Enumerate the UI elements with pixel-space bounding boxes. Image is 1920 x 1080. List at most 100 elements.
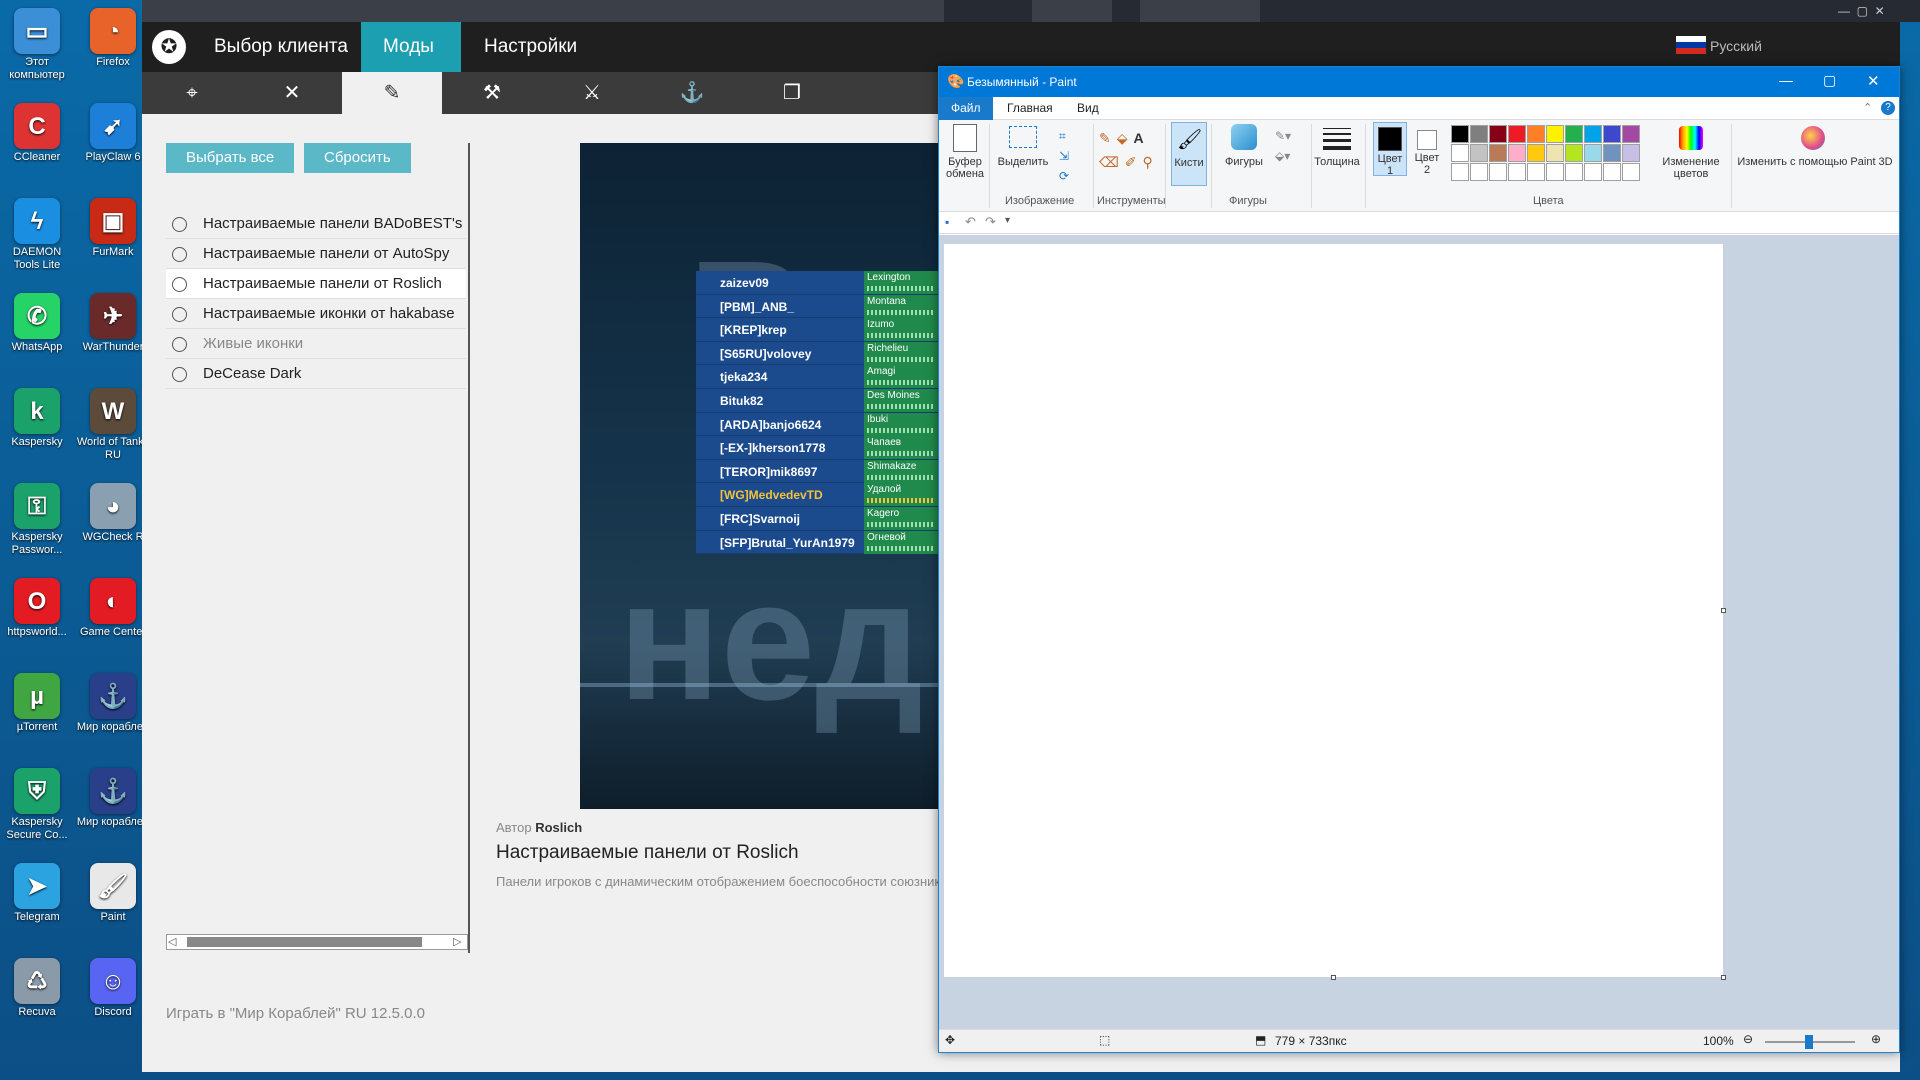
desktop-icon[interactable]: Ohttpsworld... <box>0 578 74 639</box>
palette-swatch[interactable] <box>1451 163 1469 181</box>
mod-list-item[interactable]: DeCease Dark <box>166 359 466 389</box>
clipboard-label[interactable]: Буфер обмена <box>941 156 989 180</box>
outline-fill-icons[interactable]: ✎▾ ⬙▾ <box>1275 126 1291 166</box>
crosshair-icon[interactable]: ⌖ <box>142 72 242 114</box>
palette-swatch[interactable] <box>1451 144 1469 162</box>
paint3d-icon[interactable] <box>1801 126 1825 150</box>
palette-swatch[interactable] <box>1584 125 1602 143</box>
thickness-label[interactable]: Толщина <box>1311 156 1363 168</box>
desktop-icon[interactable]: ➹ PlayClaw 6 <box>76 103 150 164</box>
mod-list-item[interactable]: Настраиваемые панели от AutoSpy <box>166 239 466 269</box>
desktop-icon[interactable]: ♺ Recuva <box>0 958 74 1019</box>
palette-swatch[interactable] <box>1470 163 1488 181</box>
desktop-icon[interactable]: C CCleaner <box>0 103 74 164</box>
shapes-icon[interactable] <box>1231 124 1257 150</box>
palette-swatch[interactable] <box>1603 144 1621 162</box>
edit-colors-label[interactable]: Изменение цветов <box>1653 156 1729 180</box>
zoom-in-icon[interactable]: ⊕ <box>1871 1032 1881 1046</box>
desktop-icon[interactable]: ⛨ Kaspersky Secure Co... <box>0 768 74 842</box>
palette-swatch[interactable] <box>1451 125 1469 143</box>
close-icon[interactable]: ✕ <box>1867 72 1880 90</box>
language-label[interactable]: Русский <box>1710 38 1762 54</box>
desktop-icon[interactable]: ✈ WarThunder <box>76 293 150 354</box>
scroll-right-icon[interactable]: ▷ <box>453 935 461 949</box>
palette-swatch[interactable] <box>1508 125 1526 143</box>
desktop-icon[interactable]: ⚿ Kaspersky Passwor... <box>0 483 74 557</box>
palette-swatch[interactable] <box>1508 163 1526 181</box>
desktop-icon[interactable]: ✆ WhatsApp <box>0 293 74 354</box>
help-icon[interactable]: ? <box>1881 101 1895 115</box>
select-icon[interactable] <box>1009 126 1037 148</box>
tab-home[interactable]: Главная <box>995 97 1065 120</box>
mod-list-item[interactable]: Живые иконки <box>166 329 466 359</box>
desktop-icon[interactable]: ⚓ Мир кораблей <box>76 768 150 829</box>
palette-swatch[interactable] <box>1622 144 1640 162</box>
desktop-icon[interactable]: µ µTorrent <box>0 673 74 734</box>
desktop-icon[interactable]: ▣ FurMark <box>76 198 150 259</box>
swords-icon[interactable]: ⚔ <box>542 72 642 114</box>
desktop-icon[interactable]: W World of Tanks RU <box>76 388 150 462</box>
radio-icon[interactable] <box>172 336 187 352</box>
desktop-icon[interactable]: ⚓ Мир кораблей <box>76 673 150 734</box>
tools-icons[interactable]: ✎⬙A ⌫✐⚲ <box>1099 126 1159 174</box>
thickness-icon[interactable] <box>1323 128 1351 150</box>
qat-dropdown-icon[interactable]: ▾ <box>1005 215 1010 226</box>
desktop-icon[interactable]: ϟ DAEMON Tools Lite <box>0 198 74 272</box>
desktop-icon[interactable]: ▭ Этот компьютер <box>0 8 74 82</box>
palette-swatch[interactable] <box>1546 125 1564 143</box>
mod-list-item[interactable]: Настраиваемые панели от Roslich <box>166 269 466 299</box>
palette-swatch[interactable] <box>1470 125 1488 143</box>
radio-icon[interactable] <box>172 366 187 382</box>
minimize-icon[interactable]: — <box>1779 72 1793 88</box>
tab-client-select[interactable]: Выбор клиента <box>192 22 370 72</box>
layers-icon[interactable]: ❐ <box>742 72 842 114</box>
zoom-out-icon[interactable]: ⊖ <box>1743 1032 1753 1046</box>
resize-handle-corner[interactable] <box>1721 975 1726 980</box>
palette-swatch[interactable] <box>1546 163 1564 181</box>
maximize-icon[interactable]: ▢ <box>1823 72 1836 89</box>
palette-swatch[interactable] <box>1565 125 1583 143</box>
palette-swatch[interactable] <box>1565 163 1583 181</box>
tab-mods[interactable]: Моды <box>361 22 461 72</box>
play-footer[interactable]: Играть в "Мир Кораблей" RU 12.5.0.0 <box>166 1005 425 1022</box>
save-icon[interactable]: ▪ <box>945 215 949 229</box>
palette-swatch[interactable] <box>1565 144 1583 162</box>
reset-button[interactable]: Сбросить <box>304 143 411 173</box>
color2-button[interactable]: Цвет 2 <box>1411 122 1445 176</box>
edit-colors-icon[interactable] <box>1679 126 1703 150</box>
redo-icon[interactable]: ↷ <box>985 214 996 230</box>
shapes-label[interactable]: Фигуры <box>1219 156 1269 168</box>
palette-swatch[interactable] <box>1508 144 1526 162</box>
mod-list-item[interactable]: Настраиваемые иконки от hakabase <box>166 299 466 329</box>
desktop-icon[interactable]: ◕ WGCheck R <box>76 483 150 544</box>
anchor-icon[interactable]: ⚓ <box>642 72 742 114</box>
desktop-icon[interactable]: ◔ Firefox <box>76 8 150 69</box>
palette-swatch[interactable] <box>1603 125 1621 143</box>
palette-swatch[interactable] <box>1489 163 1507 181</box>
undo-icon[interactable]: ↶ <box>965 214 976 230</box>
hammer-icon[interactable]: ⚒ <box>442 72 542 114</box>
tab-file[interactable]: Файл <box>939 97 993 120</box>
mod-list-item[interactable]: Настраиваемые панели BADoBEST's S <box>166 209 466 239</box>
palette-swatch[interactable] <box>1622 163 1640 181</box>
palette-swatch[interactable] <box>1527 125 1545 143</box>
palette-swatch[interactable] <box>1470 144 1488 162</box>
radio-icon[interactable] <box>172 306 187 322</box>
palette-swatch[interactable] <box>1527 144 1545 162</box>
drawing-canvas[interactable] <box>944 244 1723 977</box>
clipboard-icon[interactable] <box>953 124 977 152</box>
desktop-icon[interactable]: ☺ Discord <box>76 958 150 1019</box>
radio-icon[interactable] <box>172 276 187 292</box>
radio-icon[interactable] <box>172 216 187 232</box>
palette-swatch[interactable] <box>1603 163 1621 181</box>
desktop-icon[interactable]: k Kaspersky <box>0 388 74 449</box>
desktop-icon[interactable]: ➤ Telegram <box>0 863 74 924</box>
tab-view[interactable]: Вид <box>1065 97 1111 120</box>
palette-swatch[interactable] <box>1489 125 1507 143</box>
palette-swatch[interactable] <box>1546 144 1564 162</box>
zoom-slider-thumb[interactable] <box>1805 1035 1813 1049</box>
brushes-button[interactable]: 🖌 Кисти <box>1171 122 1207 186</box>
select-all-button[interactable]: Выбрать все <box>166 143 295 173</box>
scroll-thumb[interactable] <box>187 937 422 947</box>
scroll-left-icon[interactable]: ◁ <box>168 935 176 949</box>
